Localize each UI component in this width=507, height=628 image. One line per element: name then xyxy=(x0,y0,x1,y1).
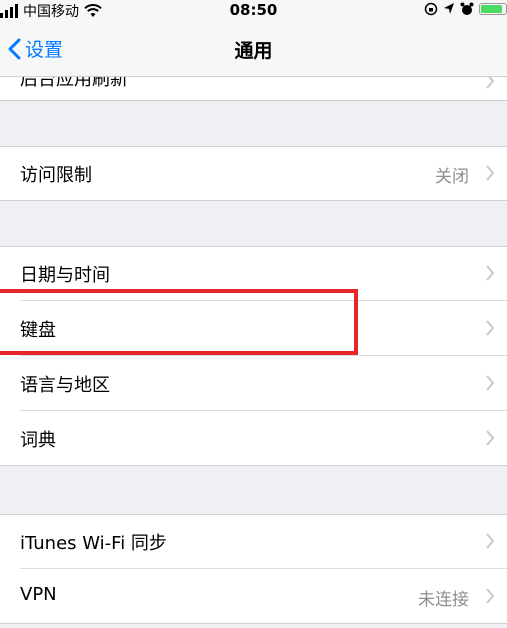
list-item-vpn[interactable]: VPN 未连接 xyxy=(0,569,507,624)
row-value: 未连接 xyxy=(418,590,469,610)
battery-icon xyxy=(479,3,507,15)
status-bar: 中国移动 08:50 xyxy=(0,0,507,22)
page-title: 通用 xyxy=(234,40,273,62)
list-item-itunes-wifi-sync[interactable]: iTunes Wi-Fi 同步 xyxy=(0,514,507,569)
chevron-right-icon xyxy=(486,588,495,604)
list-item-dictionary[interactable]: 词典 xyxy=(0,411,507,466)
list-item-background-refresh[interactable]: 后台应用刷新 xyxy=(0,77,507,101)
list-item-keyboard[interactable]: 键盘 xyxy=(0,301,507,356)
chevron-right-icon xyxy=(486,77,495,89)
lock-rotation-icon xyxy=(424,2,438,16)
row-label: 语言与地区 xyxy=(20,375,110,396)
row-label: 键盘 xyxy=(20,320,56,341)
alarm-icon xyxy=(460,2,474,15)
chevron-right-icon xyxy=(486,165,495,181)
row-label: iTunes Wi-Fi 同步 xyxy=(20,533,167,554)
row-label: 后台应用刷新 xyxy=(20,77,128,90)
navigation-bar: 设置 通用 xyxy=(0,22,507,77)
status-right xyxy=(424,2,507,16)
chevron-right-icon xyxy=(486,430,495,446)
chevron-right-icon xyxy=(486,375,495,391)
row-label: VPN xyxy=(20,584,57,605)
row-label: 访问限制 xyxy=(20,165,92,186)
row-label: 词典 xyxy=(20,430,56,451)
chevron-right-icon xyxy=(486,265,495,281)
row-label: 日期与时间 xyxy=(20,265,110,286)
chevron-right-icon xyxy=(486,320,495,336)
list-item-language-region[interactable]: 语言与地区 xyxy=(0,356,507,411)
location-icon xyxy=(444,3,454,14)
list-item-restrictions[interactable]: 访问限制 关闭 xyxy=(0,146,507,201)
list-item-date-time[interactable]: 日期与时间 xyxy=(0,246,507,301)
chevron-right-icon xyxy=(486,533,495,549)
row-value: 关闭 xyxy=(435,167,469,187)
